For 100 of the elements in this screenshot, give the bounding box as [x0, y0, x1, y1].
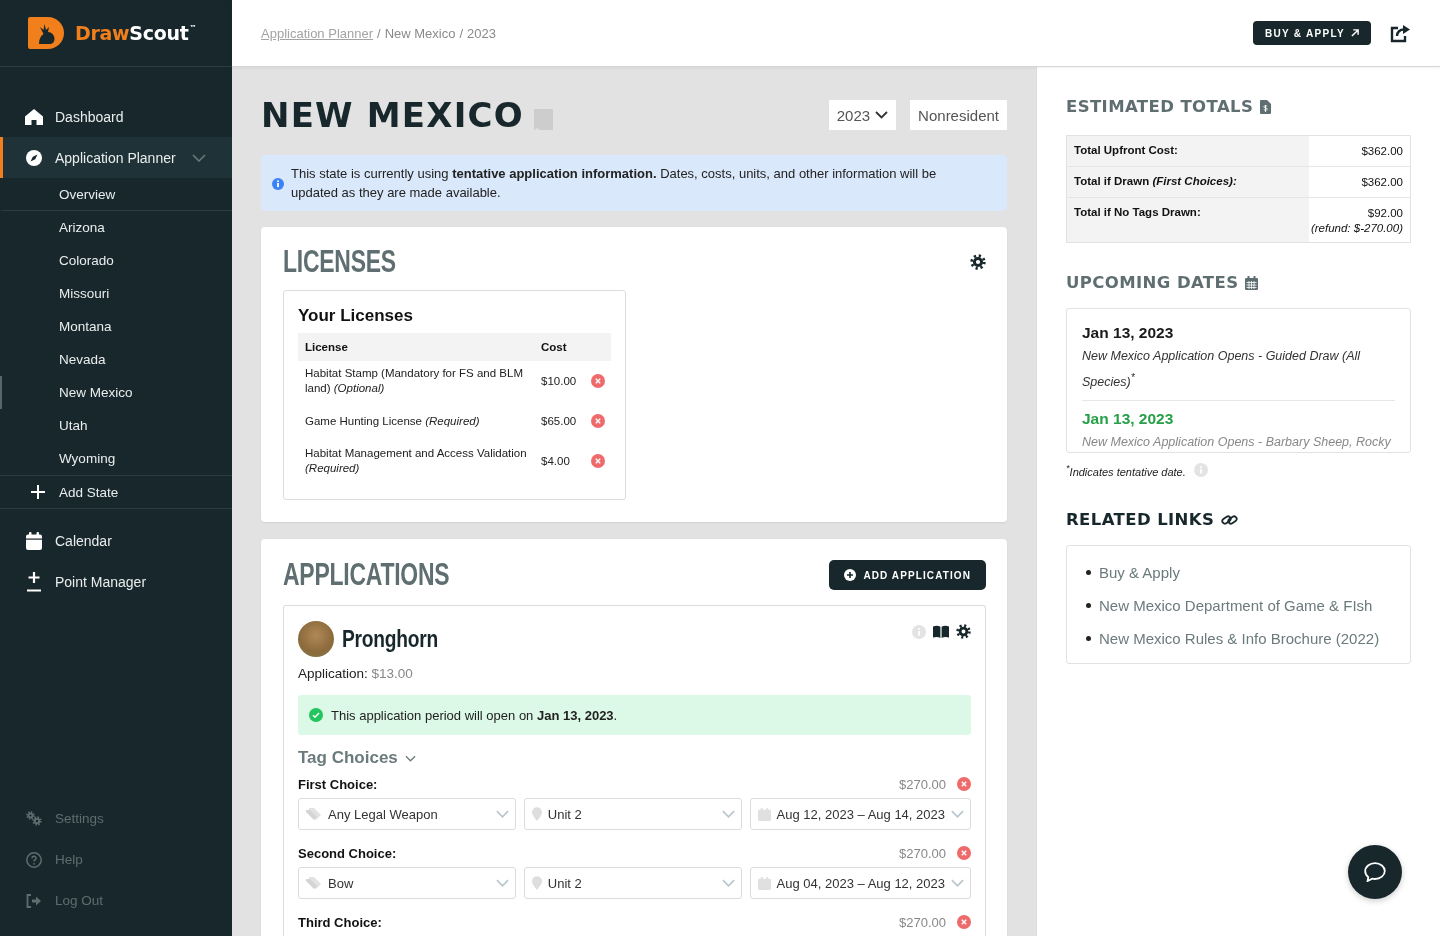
- gears-icon: [26, 811, 42, 826]
- chevron-down-icon: [404, 754, 416, 762]
- column-header: License: [304, 341, 349, 353]
- section-title: APPLICATIONS: [283, 560, 450, 590]
- license-cost: $65.00: [540, 415, 578, 427]
- event-date: Jan 13, 2023: [1082, 409, 1175, 430]
- calendar-icon: [25, 531, 43, 550]
- add-application-button[interactable]: ADD APPLICATION: [829, 560, 986, 590]
- related-link[interactable]: New Mexico Department of Game & FIsh: [1099, 596, 1373, 614]
- status-text: This application period will open on Jan 13, 2023.: [331, 707, 618, 723]
- breadcrumb-separator: /: [377, 25, 381, 41]
- sub-nav-item[interactable]: Nevada: [0, 343, 232, 376]
- date-range-select[interactable]: Aug 04, 2023 – Aug 12, 2023: [749, 867, 971, 899]
- unit-select[interactable]: Unit 2: [523, 798, 742, 830]
- sub-nav-item[interactable]: Arizona: [0, 211, 232, 244]
- fee-label: Application:: [298, 666, 368, 681]
- breadcrumb-separator: /: [459, 25, 464, 41]
- x-circle-icon[interactable]: [957, 915, 971, 929]
- total-value: $362.00: [1361, 144, 1403, 159]
- sub-nav-item[interactable]: Montana: [0, 310, 232, 343]
- settings-icon[interactable]: [970, 254, 986, 270]
- chevron-down-icon: [495, 879, 509, 887]
- unit-select[interactable]: Unit 2: [523, 867, 742, 899]
- column-header: Cost: [540, 341, 568, 353]
- plus-minus-icon: [25, 571, 43, 592]
- sub-nav-item[interactable]: Missouri: [0, 277, 232, 310]
- date-range-select[interactable]: Aug 12, 2023 – Aug 14, 2023: [749, 798, 971, 830]
- chevron-down-icon: [951, 879, 964, 887]
- chevron-down-icon: [875, 111, 889, 119]
- panel-title: Your Licenses: [298, 305, 414, 327]
- license-name: Habitat Management and Access Validation (Required): [304, 446, 528, 476]
- chat-bubble-icon: [1364, 862, 1386, 882]
- choice-label: Third Choice:: [298, 914, 382, 930]
- bullet-icon: [1086, 635, 1091, 641]
- license-name: Game Hunting License (Required): [304, 413, 481, 429]
- settings-icon[interactable]: [956, 624, 971, 639]
- nav-item[interactable]: Point Manager: [0, 561, 232, 602]
- related-link[interactable]: Buy & Apply: [1099, 563, 1180, 581]
- logo-wordmark: DrawScout$^{™}$: [75, 22, 197, 44]
- arrow-up-right-icon: [1351, 29, 1359, 37]
- event-description: New Mexico Application Opens - Barbary Sheep, Rocky: [1082, 434, 1392, 452]
- home-icon: [25, 108, 43, 125]
- choice-label: First Choice:: [298, 776, 378, 792]
- map-pin-icon: [531, 876, 542, 890]
- bullet-icon: [1086, 602, 1091, 608]
- help-icon: [26, 851, 42, 868]
- x-circle-icon[interactable]: [590, 454, 605, 468]
- nav-item[interactable]: Calendar: [0, 520, 232, 561]
- x-circle-icon[interactable]: [957, 777, 971, 791]
- fee-value: $13.00: [371, 666, 413, 681]
- bullet-icon: [1086, 569, 1091, 575]
- weapon-select[interactable]: Bow: [298, 867, 516, 899]
- sub-nav-item[interactable]: Colorado: [0, 244, 232, 277]
- add-state-link[interactable]: Add State: [0, 475, 232, 509]
- year-select[interactable]: 2023: [828, 100, 897, 130]
- calendar-icon: [757, 876, 771, 890]
- breadcrumb-text: 2023: [467, 25, 496, 41]
- sub-nav-item[interactable]: Utah: [0, 409, 232, 442]
- total-label: Total if No Tags Drawn:: [1067, 198, 1309, 242]
- event-date: Jan 13, 2023: [1082, 323, 1175, 343]
- license-name: Habitat Stamp (Mandatory for FS and BLM land) (Optional): [304, 366, 524, 396]
- plus-circle-icon: [844, 569, 857, 581]
- chevron-down-icon: [721, 810, 735, 818]
- x-circle-icon[interactable]: [590, 374, 605, 388]
- x-circle-icon[interactable]: [957, 846, 971, 860]
- section-title: ESTIMATED TOTALS: [1066, 96, 1254, 118]
- book-icon[interactable]: [933, 625, 949, 638]
- nav-item[interactable]: Dashboard: [0, 96, 232, 137]
- tag-icon: [306, 876, 322, 890]
- x-circle-icon[interactable]: [590, 414, 605, 428]
- choice-cost: $270.00: [899, 845, 946, 861]
- species-name: Pronghorn: [342, 624, 438, 654]
- document-dollar-icon: [1260, 100, 1272, 114]
- logo-icon: [28, 17, 66, 49]
- plus-icon: [31, 485, 45, 499]
- section-title: RELATED LINKS: [1066, 508, 1215, 531]
- info-icon: [272, 177, 284, 190]
- license-cost: $10.00: [540, 375, 578, 387]
- buy-apply-button[interactable]: BUY & APPLY: [1252, 21, 1371, 45]
- notice-text: This state is currently using tentative application information. Dates, costs, units, and other information will be updated as they are made available.: [291, 165, 938, 202]
- calendar-icon: [757, 807, 771, 821]
- chevron-down-icon: [495, 810, 509, 818]
- total-label: Total if Drawn (First Choices):: [1067, 167, 1309, 197]
- nav-item[interactable]: Application Planner: [0, 137, 232, 178]
- chevron-down-icon: [721, 879, 735, 887]
- share-icon[interactable]: [1390, 23, 1410, 43]
- section-title: LICENSES: [283, 247, 396, 277]
- link-icon: [1221, 512, 1239, 527]
- tag-choices-toggle[interactable]: Tag Choices: [298, 748, 416, 768]
- total-value: $362.00: [1361, 175, 1403, 190]
- choice-cost: $270.00: [899, 776, 946, 792]
- footnote-text: $^{*}$Indicates tentative date.: [1066, 463, 1186, 478]
- breadcrumb-text: New Mexico: [384, 25, 456, 41]
- logout-icon: [26, 893, 42, 908]
- sub-nav-item[interactable]: Wyoming: [0, 442, 232, 475]
- related-link[interactable]: New Mexico Rules & Info Brochure (2022): [1099, 629, 1380, 647]
- calendar-icon: [1245, 276, 1259, 290]
- license-cost: $4.00: [540, 455, 571, 467]
- residency-select[interactable]: Nonresident: [910, 100, 1007, 130]
- weapon-select[interactable]: Any Legal Weapon: [298, 798, 516, 830]
